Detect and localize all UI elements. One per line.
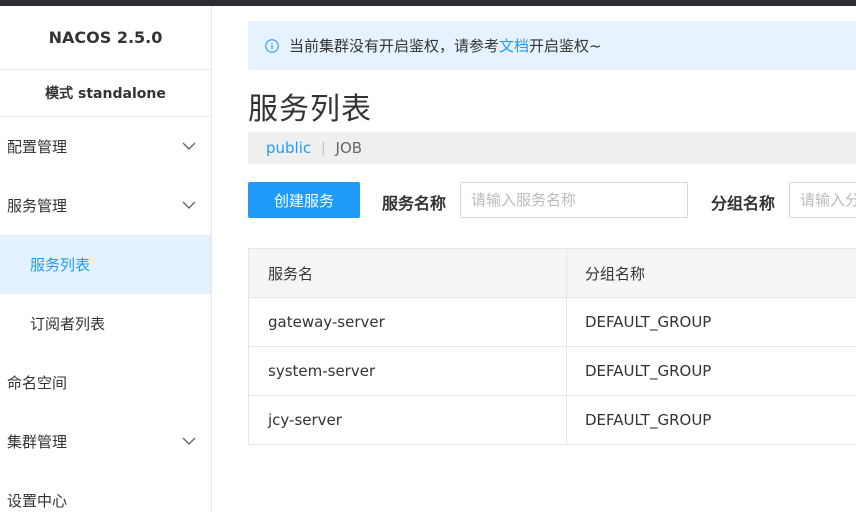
page-title: 服务列表 xyxy=(248,92,372,127)
filter-row: 创建服务 服务名称 分组名称 xyxy=(248,182,856,218)
service-table: 服务名 分组名称 gateway-server DEFAULT_GROUP sy… xyxy=(248,248,856,445)
cell-group-name: DEFAULT_GROUP xyxy=(585,411,712,429)
cell-service-name: jcy-server xyxy=(249,396,567,444)
cell-group-name: DEFAULT_GROUP xyxy=(585,362,712,380)
table-row: gateway-server DEFAULT_GROUP xyxy=(249,298,856,347)
sidebar-item-subscriber-list[interactable]: 订阅者列表 xyxy=(0,294,211,353)
cell-group-name: DEFAULT_GROUP xyxy=(585,313,712,331)
namespace-job[interactable]: JOB xyxy=(336,139,363,157)
sidebar-item-settings-center[interactable]: 设置中心 xyxy=(0,471,211,512)
header-group-name[interactable]: 分组名称 xyxy=(567,249,856,297)
sidebar-item-label: 命名空间 xyxy=(7,374,68,392)
cell-service-name: gateway-server xyxy=(249,298,567,346)
chevron-down-icon xyxy=(181,198,197,214)
create-service-button[interactable]: 创建服务 xyxy=(248,182,360,218)
sidebar-item-label: 服务管理 xyxy=(7,197,68,215)
chevron-down-icon xyxy=(181,139,197,155)
notice-text-after: 开启鉴权~ xyxy=(529,37,602,55)
sidebar-item-namespace[interactable]: 命名空间 xyxy=(0,353,211,412)
service-name-label: 服务名称 xyxy=(382,194,447,213)
sidebar-item-label: 配置管理 xyxy=(7,138,68,156)
sidebar-item-cluster-management[interactable]: 集群管理 xyxy=(0,412,211,471)
namespace-public[interactable]: public xyxy=(266,139,311,157)
namespace-separator: | xyxy=(321,140,326,156)
header-service-name[interactable]: 服务名 xyxy=(249,249,567,297)
mode-label: 模式 standalone xyxy=(0,70,211,117)
sidebar-item-service-list[interactable]: 服务列表 xyxy=(0,235,211,294)
namespace-bar: public | JOB xyxy=(248,132,856,164)
sidebar-item-label: 集群管理 xyxy=(7,433,68,451)
info-icon xyxy=(265,38,279,53)
sidebar: NACOS 2.5.0 模式 standalone 配置管理 服务管理 服务列表… xyxy=(0,6,212,512)
service-name-input[interactable] xyxy=(460,182,688,218)
main-content: 当前集群没有开启鉴权，请参考 文档 开启鉴权~ 服务列表 public | JOB … xyxy=(212,6,856,512)
table-row: system-server DEFAULT_GROUP xyxy=(249,347,856,396)
chevron-down-icon xyxy=(181,434,197,450)
group-name-input[interactable] xyxy=(789,182,856,218)
brand-title: NACOS 2.5.0 xyxy=(0,6,211,70)
table-row: jcy-server DEFAULT_GROUP xyxy=(249,396,856,445)
cell-service-name: system-server xyxy=(249,347,567,395)
notice-text-before: 当前集群没有开启鉴权，请参考 xyxy=(289,37,500,55)
group-name-label: 分组名称 xyxy=(711,194,776,213)
sidebar-item-config-management[interactable]: 配置管理 xyxy=(0,117,211,176)
docs-link[interactable]: 文档 xyxy=(499,35,529,56)
table-header-row: 服务名 分组名称 xyxy=(249,249,856,298)
sidebar-item-label: 订阅者列表 xyxy=(30,315,106,333)
sidebar-item-label: 服务列表 xyxy=(30,256,91,274)
auth-notice: 当前集群没有开启鉴权，请参考 文档 开启鉴权~ xyxy=(248,21,856,70)
sidebar-item-label: 设置中心 xyxy=(7,492,68,510)
sidebar-item-service-management[interactable]: 服务管理 xyxy=(0,176,211,235)
